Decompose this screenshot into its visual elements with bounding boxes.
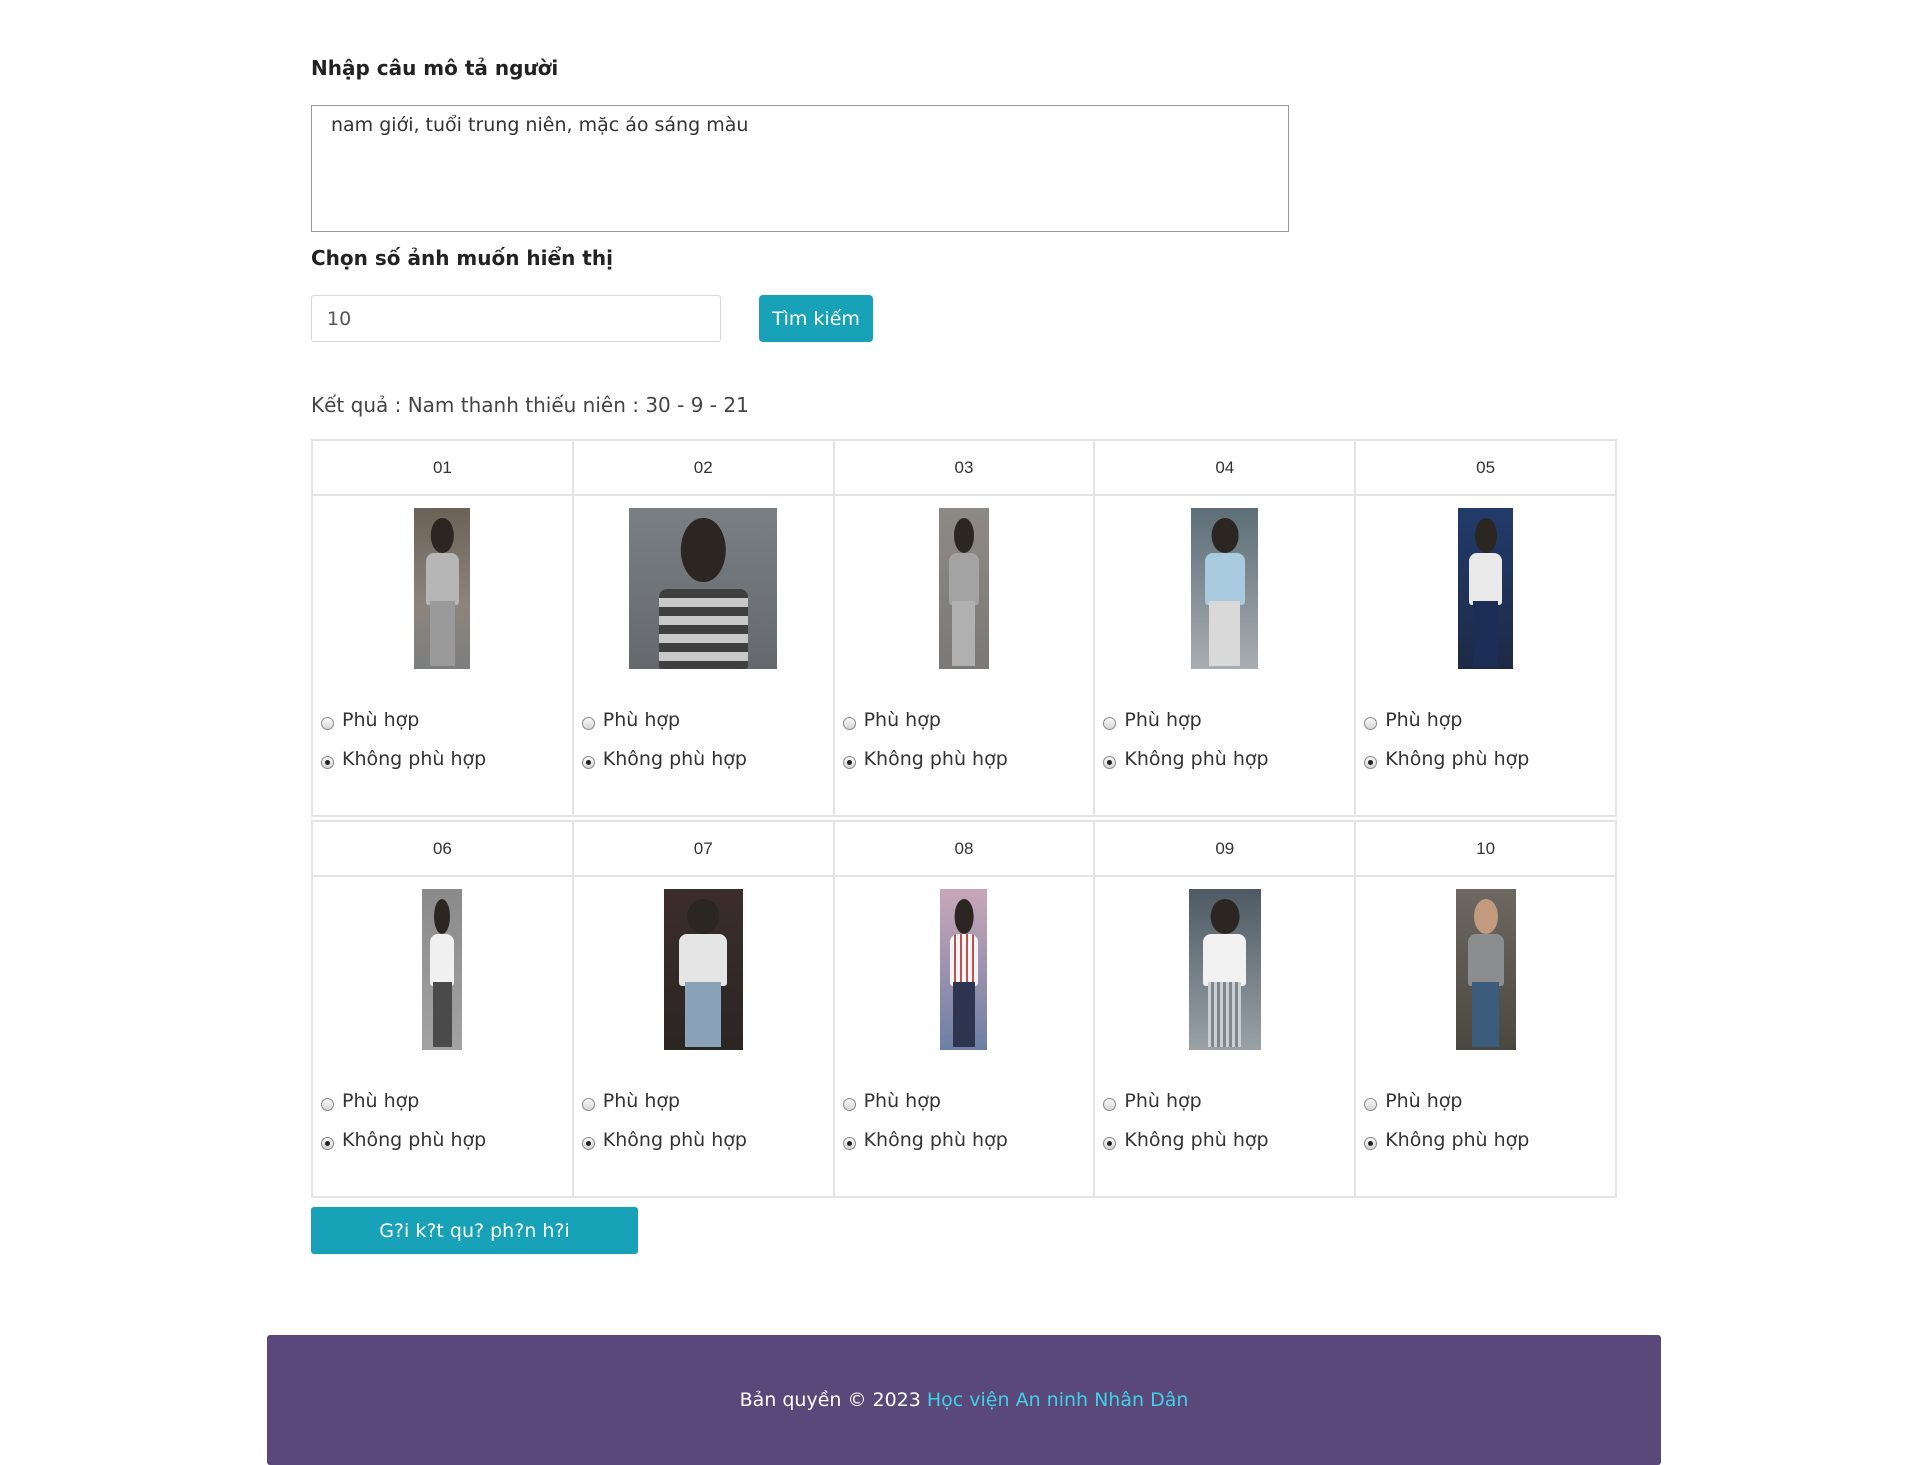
option-match[interactable]: Phù hợp (1099, 1090, 1202, 1112)
image-cell: Phù hợp Không phù hợp (1093, 494, 1357, 817)
no-match-radio[interactable] (1364, 1136, 1378, 1150)
person-photo (422, 889, 463, 1050)
no-match-radio[interactable] (842, 755, 856, 769)
result-grid-row-2: 06 07 08 09 10 Phù hợp Không phù hợp Phù… (311, 820, 1617, 1198)
image-header: 07 (571, 820, 835, 877)
option-match[interactable]: Phù hợp (317, 1090, 419, 1112)
footer: Bản quyền © 2023 Học viện An ninh Nhân D… (267, 1335, 1661, 1465)
person-photo (1188, 889, 1261, 1050)
image-header: 08 (832, 820, 1096, 877)
option-no-match[interactable]: Không phù hợp (578, 1129, 747, 1151)
option-no-match[interactable]: Không phù hợp (317, 1129, 486, 1151)
no-match-radio[interactable] (1103, 1136, 1117, 1150)
copyright-text: Bản quyền © 2023 (739, 1389, 921, 1411)
image-header: 03 (832, 439, 1096, 496)
submit-feedback-button[interactable]: G?i k?t qu? ph?n h?i (311, 1207, 638, 1254)
match-radio[interactable] (321, 1097, 334, 1111)
image-count-label: Chọn số ảnh muốn hiển thị (311, 246, 613, 270)
person-photo (629, 508, 778, 669)
person-photo (1455, 889, 1516, 1050)
option-no-match[interactable]: Không phù hợp (1099, 1129, 1269, 1151)
image-header: 02 (571, 439, 835, 496)
match-radio[interactable] (581, 1097, 595, 1111)
match-radio[interactable] (1364, 716, 1378, 730)
search-button[interactable]: Tìm kiếm (759, 295, 873, 342)
no-match-radio[interactable] (581, 1136, 595, 1150)
person-photo (1458, 508, 1514, 669)
option-match[interactable]: Phù hợp (578, 1090, 680, 1112)
no-match-radio[interactable] (1364, 755, 1378, 769)
image-cell: Phù hợp Không phù hợp (832, 875, 1096, 1198)
image-header: 09 (1093, 820, 1357, 877)
image-cell: Phù hợp Không phù hợp (1354, 875, 1617, 1198)
result-text: Kết quả : Nam thanh thiếu niên : 30 - 9 … (311, 393, 749, 417)
no-match-radio[interactable] (842, 1136, 856, 1150)
result-grid-row-1: 01 02 03 04 05 Phù hợp Không phù hợp Phù… (311, 439, 1617, 817)
image-cell: Phù hợp Không phù hợp (571, 494, 835, 817)
person-photo (663, 889, 743, 1050)
option-match[interactable]: Phù hợp (317, 709, 419, 731)
image-count-input[interactable] (311, 295, 721, 342)
option-no-match[interactable]: Không phù hợp (317, 748, 486, 770)
image-cell: Phù hợp Không phù hợp (1093, 875, 1357, 1198)
description-label: Nhập câu mô tả người (311, 56, 559, 80)
match-radio[interactable] (1364, 1097, 1378, 1111)
match-radio[interactable] (842, 1097, 856, 1111)
no-match-radio[interactable] (1103, 755, 1117, 769)
image-cell: Phù hợp Không phù hợp (1354, 494, 1617, 817)
person-photo (938, 508, 989, 669)
option-match[interactable]: Phù hợp (839, 709, 941, 731)
no-match-radio[interactable] (581, 755, 595, 769)
no-match-radio[interactable] (321, 755, 334, 769)
option-no-match[interactable]: Không phù hợp (1360, 1129, 1529, 1151)
image-cell: Phù hợp Không phù hợp (311, 875, 574, 1198)
person-photo (414, 508, 471, 669)
image-header: 04 (1093, 439, 1357, 496)
image-header: 05 (1354, 439, 1617, 496)
option-match[interactable]: Phù hợp (1360, 709, 1463, 731)
image-header: 01 (311, 439, 574, 496)
option-match[interactable]: Phù hợp (578, 709, 680, 731)
academy-link[interactable]: Học viện An ninh Nhân Dân (927, 1389, 1189, 1411)
match-radio[interactable] (1103, 1097, 1117, 1111)
option-no-match[interactable]: Không phù hợp (578, 748, 747, 770)
option-no-match[interactable]: Không phù hợp (1360, 748, 1529, 770)
option-match[interactable]: Phù hợp (839, 1090, 941, 1112)
option-match[interactable]: Phù hợp (1360, 1090, 1463, 1112)
option-no-match[interactable]: Không phù hợp (839, 748, 1008, 770)
image-cell: Phù hợp Không phù hợp (311, 494, 574, 817)
description-textarea[interactable]: nam giới, tuổi trung niên, mặc áo sáng m… (311, 105, 1289, 232)
option-match[interactable]: Phù hợp (1099, 709, 1202, 731)
option-no-match[interactable]: Không phù hợp (839, 1129, 1008, 1151)
match-radio[interactable] (1103, 716, 1117, 730)
person-photo (940, 889, 988, 1050)
person-photo (1191, 508, 1259, 669)
image-header: 10 (1354, 820, 1617, 877)
image-cell: Phù hợp Không phù hợp (832, 494, 1096, 817)
match-radio[interactable] (321, 716, 334, 730)
option-no-match[interactable]: Không phù hợp (1099, 748, 1269, 770)
match-radio[interactable] (842, 716, 856, 730)
image-cell: Phù hợp Không phù hợp (571, 875, 835, 1198)
match-radio[interactable] (581, 716, 595, 730)
no-match-radio[interactable] (321, 1136, 334, 1150)
image-header: 06 (311, 820, 574, 877)
